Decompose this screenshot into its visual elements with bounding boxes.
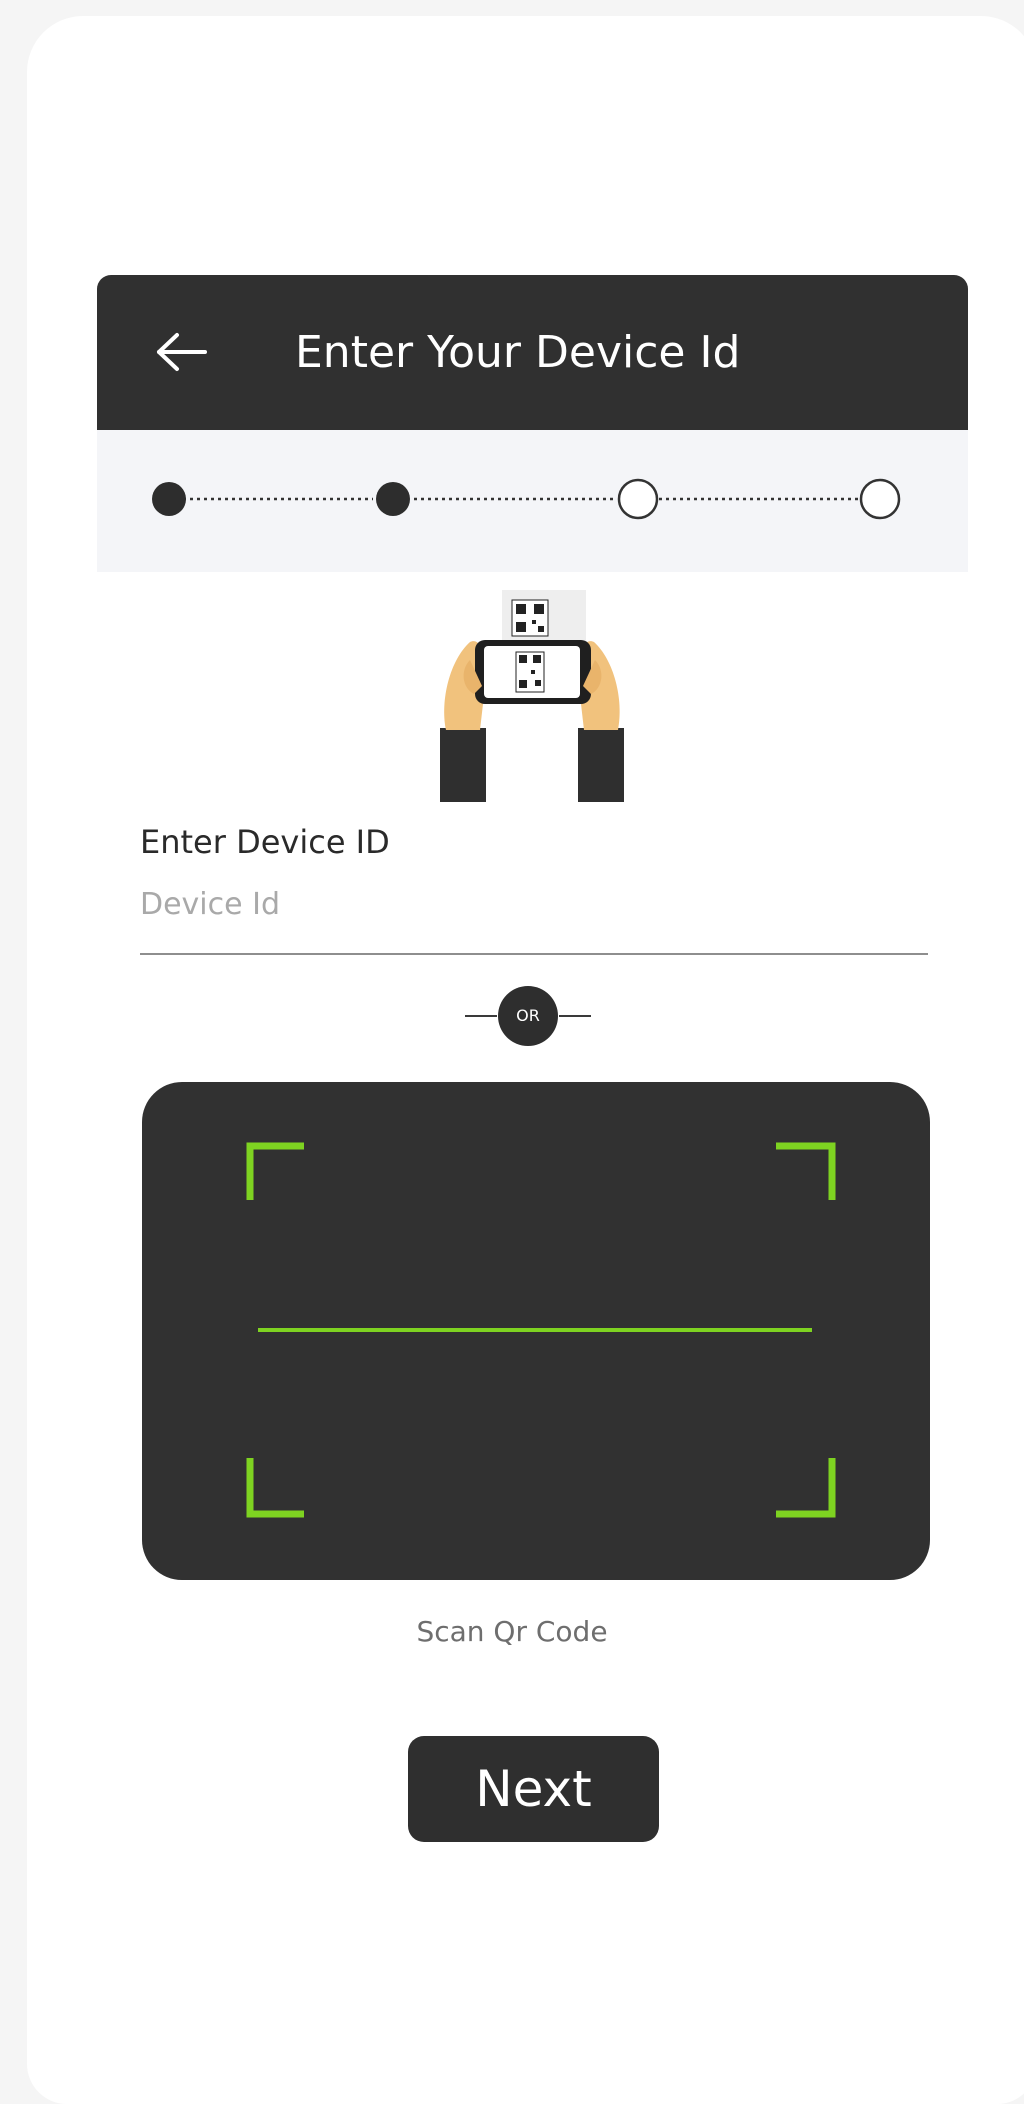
page-title: Enter Your Device Id xyxy=(295,327,741,378)
next-button[interactable]: Next xyxy=(408,1736,659,1842)
or-divider: OR xyxy=(465,986,591,1046)
step-2-dot xyxy=(376,482,410,516)
qr-scanner-frame-icon xyxy=(246,1142,836,1518)
scan-qr-caption: Scan Qr Code xyxy=(416,1615,608,1648)
divider-line-right xyxy=(559,1015,591,1017)
step-3-dot xyxy=(617,478,659,520)
step-4-dot xyxy=(859,478,901,520)
step-1-dot xyxy=(152,482,186,516)
device-id-input[interactable] xyxy=(140,883,928,955)
arrow-left-icon[interactable] xyxy=(155,331,209,373)
divider-line-left xyxy=(465,1015,497,1017)
or-badge: OR xyxy=(498,986,558,1046)
device-id-label: Enter Device ID xyxy=(140,823,390,861)
hands-scanning-qr-icon xyxy=(440,590,624,802)
app-header: Enter Your Device Id xyxy=(97,275,968,430)
qr-scanner-area[interactable] xyxy=(142,1082,930,1580)
progress-stepper xyxy=(97,430,968,572)
